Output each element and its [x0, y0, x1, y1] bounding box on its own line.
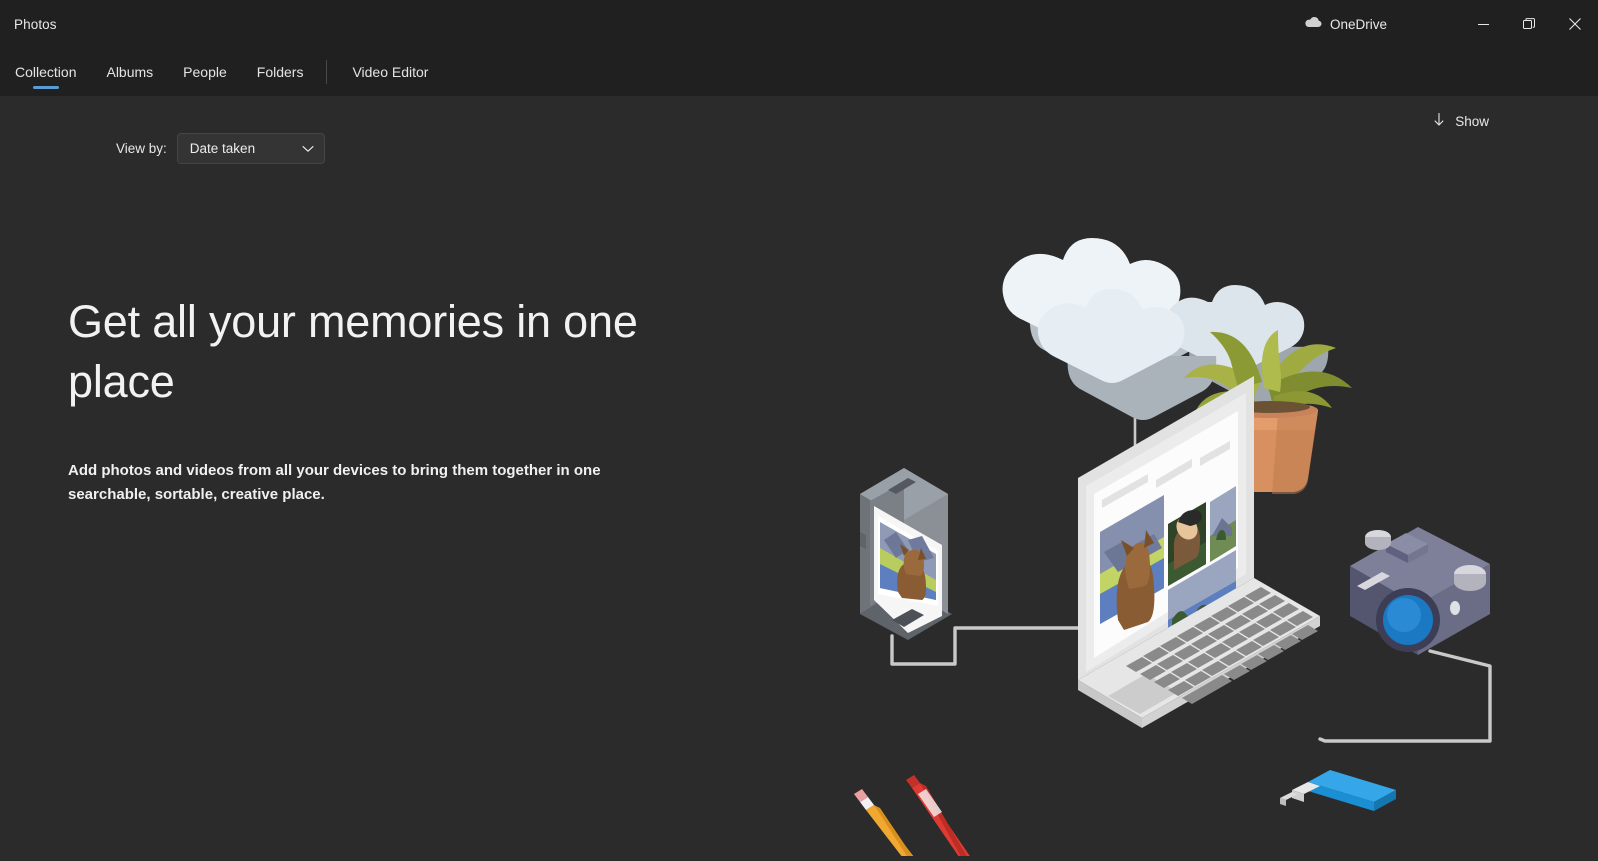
pen-illustration [906, 775, 974, 861]
tab-video-editor[interactable]: Video Editor [337, 48, 443, 96]
chevron-down-icon [302, 141, 314, 156]
tab-albums[interactable]: Albums [91, 48, 168, 96]
minimize-button[interactable] [1460, 0, 1506, 48]
title-bar: Photos OneDrive [0, 0, 1598, 48]
tab-collection[interactable]: Collection [0, 48, 91, 96]
active-tab-indicator [32, 86, 59, 89]
tab-collection-label: Collection [15, 64, 77, 80]
tab-people-label: People [183, 64, 227, 80]
tab-people[interactable]: People [168, 48, 242, 96]
onedrive-label: OneDrive [1330, 16, 1388, 32]
view-by-dropdown[interactable]: Date taken [176, 133, 325, 164]
show-button-label: Show [1455, 113, 1489, 129]
window-controls [1460, 0, 1598, 48]
navigation-bar: Collection Albums People Folders Video E… [0, 48, 1598, 135]
tab-folders[interactable]: Folders [242, 48, 319, 96]
usb-drive-illustration [1280, 770, 1396, 811]
nav-tabs: Collection Albums People Folders Video E… [0, 48, 443, 96]
page-subtitle: Add photos and videos from all your devi… [68, 462, 601, 503]
onedrive-cloud-icon [1304, 15, 1322, 33]
page-title: Get all your memories in one place [68, 296, 638, 407]
onedrive-status[interactable]: OneDrive [1298, 0, 1393, 48]
devices-cloud-illustration [830, 196, 1570, 861]
show-button[interactable]: Show [1423, 106, 1498, 136]
hero-section: Get all your memories in one place Add p… [68, 292, 728, 507]
arrow-down-icon [1432, 112, 1446, 130]
main-content: Show View by: Date taken Get all your me… [0, 96, 1598, 861]
view-by-label: View by: [116, 141, 167, 156]
close-button[interactable] [1552, 0, 1598, 48]
pencil-illustration [854, 789, 918, 861]
camera-illustration [1350, 527, 1490, 655]
tab-folders-label: Folders [256, 64, 304, 80]
view-by-row: View by: Date taken [116, 133, 325, 164]
maximize-restore-button[interactable] [1506, 0, 1552, 48]
app-title: Photos [14, 16, 57, 32]
nav-divider [326, 60, 328, 84]
view-by-selected-value: Date taken [189, 141, 256, 156]
tab-albums-label: Albums [106, 64, 154, 80]
tab-video-editor-label: Video Editor [352, 64, 429, 80]
smartphone-illustration [860, 468, 952, 640]
